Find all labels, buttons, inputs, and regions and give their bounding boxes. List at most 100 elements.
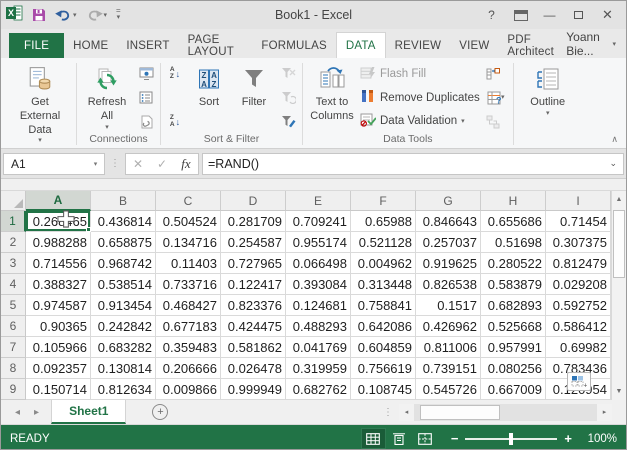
cell-A9[interactable]: 0.150714 <box>26 379 91 400</box>
insert-function-button[interactable]: fx <box>174 154 198 174</box>
page-layout-view-button[interactable] <box>387 428 412 449</box>
sheet-tab-sheet1[interactable]: Sheet1 <box>51 400 127 424</box>
cell-I6[interactable]: 0.586412 <box>546 316 611 337</box>
tab-file[interactable]: FILE <box>9 33 65 58</box>
expand-formula-bar-icon[interactable]: ⌄ <box>609 158 623 169</box>
normal-view-button[interactable] <box>360 428 386 449</box>
cell-D4[interactable]: 0.122417 <box>221 274 286 295</box>
filter-button[interactable]: Filter <box>233 62 275 133</box>
redo-button[interactable]: ▾ <box>86 9 107 22</box>
name-box-value[interactable]: A1 <box>4 157 87 171</box>
tab-scroll-resize-handle[interactable]: ⋮ <box>383 407 393 418</box>
customize-qat-button[interactable]: = ▾ <box>116 7 121 22</box>
new-sheet-button[interactable]: + <box>152 404 169 420</box>
cell-D8[interactable]: 0.026478 <box>221 358 286 379</box>
undo-button[interactable]: ▾ <box>55 9 77 22</box>
cell-E2[interactable]: 0.955174 <box>286 232 351 253</box>
column-header-F[interactable]: F <box>351 191 416 211</box>
cell-F6[interactable]: 0.642086 <box>351 316 416 337</box>
cell-E1[interactable]: 0.709241 <box>286 211 351 232</box>
horizontal-scroll-track[interactable] <box>414 403 597 421</box>
cell-I5[interactable]: 0.592752 <box>546 295 611 316</box>
refresh-all-button[interactable]: Refresh All ▾ <box>81 62 133 133</box>
cell-B4[interactable]: 0.538514 <box>91 274 156 295</box>
cell-I3[interactable]: 0.812479 <box>546 253 611 274</box>
tab-home[interactable]: HOME <box>64 33 117 58</box>
outline-button[interactable]: Outline ▾ <box>524 62 572 133</box>
cell-F7[interactable]: 0.604859 <box>351 337 416 358</box>
cell-D7[interactable]: 0.581862 <box>221 337 286 358</box>
row-header-1[interactable]: 1 <box>1 211 26 232</box>
cell-E3[interactable]: 0.066498 <box>286 253 351 274</box>
cell-G6[interactable]: 0.426962 <box>416 316 481 337</box>
page-break-preview-button[interactable] <box>413 428 438 449</box>
cell-D1[interactable]: 0.281709 <box>221 211 286 232</box>
cell-B7[interactable]: 0.683282 <box>91 337 156 358</box>
cell-G3[interactable]: 0.919625 <box>416 253 481 274</box>
zoom-level[interactable]: 100% <box>581 433 617 445</box>
cell-H8[interactable]: 0.080256 <box>481 358 546 379</box>
cell-E6[interactable]: 0.488293 <box>286 316 351 337</box>
save-button[interactable] <box>32 8 46 22</box>
cell-F4[interactable]: 0.313448 <box>351 274 416 295</box>
cell-A3[interactable]: 0.714556 <box>26 253 91 274</box>
cell-H7[interactable]: 0.957991 <box>481 337 546 358</box>
column-header-H[interactable]: H <box>481 191 546 211</box>
column-header-E[interactable]: E <box>286 191 351 211</box>
tab-data[interactable]: DATA <box>335 32 386 58</box>
tab-view[interactable]: VIEW <box>450 33 498 58</box>
what-if-analysis-button[interactable]: ? ▾ <box>483 88 509 107</box>
cell-B3[interactable]: 0.968742 <box>91 253 156 274</box>
connections-button[interactable] <box>136 64 156 83</box>
sort-button[interactable]: ZAAZ Sort <box>188 62 230 133</box>
zoom-slider-thumb[interactable] <box>509 432 514 445</box>
tab-page-layout[interactable]: PAGE LAYOUT <box>179 33 253 58</box>
cell-B6[interactable]: 0.242842 <box>91 316 156 337</box>
cell-B2[interactable]: 0.658875 <box>91 232 156 253</box>
column-header-G[interactable]: G <box>416 191 481 211</box>
name-box-dropdown-icon[interactable]: ▾ <box>87 160 104 168</box>
cell-C3[interactable]: 0.11403 <box>156 253 221 274</box>
cell-A7[interactable]: 0.105966 <box>26 337 91 358</box>
ribbon-display-options-button[interactable] <box>507 5 534 25</box>
minimize-button[interactable]: — <box>536 5 563 25</box>
column-header-I[interactable]: I <box>546 191 611 211</box>
scroll-up-icon[interactable]: ▲ <box>612 191 626 208</box>
tab-formulas[interactable]: FORMULAS <box>252 33 336 58</box>
cell-D2[interactable]: 0.254587 <box>221 232 286 253</box>
cell-B5[interactable]: 0.913454 <box>91 295 156 316</box>
select-all-button[interactable] <box>1 191 26 211</box>
cell-C2[interactable]: 0.134716 <box>156 232 221 253</box>
name-box[interactable]: A1 ▾ <box>3 152 105 175</box>
zoom-in-button[interactable]: + <box>564 431 572 446</box>
collapse-ribbon-button[interactable]: ∧ <box>611 134 618 145</box>
cell-E5[interactable]: 0.124681 <box>286 295 351 316</box>
column-header-B[interactable]: B <box>91 191 156 211</box>
sort-descending-button[interactable]: ZA ↓ <box>165 112 185 131</box>
scroll-right-icon[interactable]: ▸ <box>597 403 612 421</box>
cell-F8[interactable]: 0.756619 <box>351 358 416 379</box>
reapply-filter-button[interactable] <box>278 88 298 107</box>
tab-review[interactable]: REVIEW <box>386 33 451 58</box>
cell-A6[interactable]: 0.90365 <box>26 316 91 337</box>
cell-C5[interactable]: 0.468427 <box>156 295 221 316</box>
column-header-D[interactable]: D <box>221 191 286 211</box>
cell-D3[interactable]: 0.727965 <box>221 253 286 274</box>
cell-D9[interactable]: 0.999949 <box>221 379 286 400</box>
row-header-5[interactable]: 5 <box>1 295 26 316</box>
formula-bar-resize-handle[interactable]: ⋮ <box>108 158 122 169</box>
cell-E8[interactable]: 0.319959 <box>286 358 351 379</box>
cell-I2[interactable]: 0.307375 <box>546 232 611 253</box>
tab-pdf-architect[interactable]: PDF Architect <box>498 33 566 58</box>
relationships-button[interactable] <box>483 112 503 131</box>
cell-C7[interactable]: 0.359483 <box>156 337 221 358</box>
advanced-filter-button[interactable] <box>278 112 298 131</box>
edit-links-button[interactable] <box>136 112 156 131</box>
row-header-3[interactable]: 3 <box>1 253 26 274</box>
formula-input[interactable]: =RAND() ⌄ <box>202 152 624 175</box>
cell-H6[interactable]: 0.525668 <box>481 316 546 337</box>
horizontal-scroll-thumb[interactable] <box>420 404 500 420</box>
cell-C1[interactable]: 0.504524 <box>156 211 221 232</box>
horizontal-scrollbar[interactable]: ⋮ ◂ ▸ <box>383 400 626 424</box>
help-button[interactable]: ? <box>478 5 505 25</box>
